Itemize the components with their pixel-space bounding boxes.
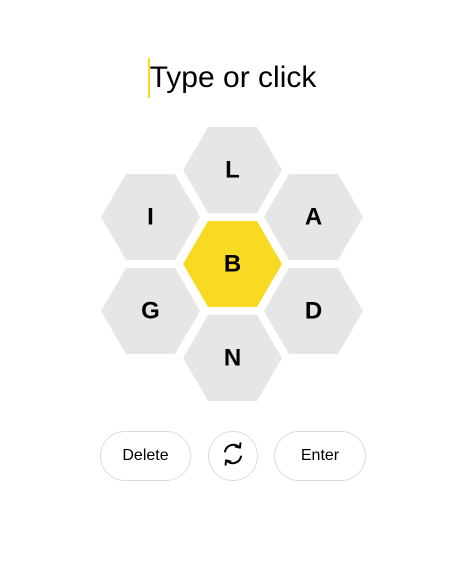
letter-hive: L A D N G I B	[0, 0, 464, 420]
hive-cell-upper-left[interactable]: I	[101, 174, 200, 260]
letter-lower-right: D	[305, 298, 322, 325]
letter-center: B	[224, 251, 241, 278]
delete-button-label: Delete	[122, 447, 169, 464]
hive-cell-upper-right[interactable]: A	[264, 174, 363, 260]
letter-bottom: N	[224, 345, 241, 372]
shuffle-button[interactable]	[208, 431, 258, 481]
shuffle-icon	[220, 441, 246, 472]
letter-upper-right: A	[305, 204, 322, 231]
hive-cell-bottom[interactable]: N	[183, 315, 282, 401]
hive-cell-center[interactable]: B	[183, 221, 282, 307]
delete-button[interactable]: Delete	[100, 431, 191, 481]
enter-button[interactable]: Enter	[274, 431, 366, 481]
enter-button-label: Enter	[300, 447, 340, 464]
letter-upper-left: I	[147, 204, 154, 231]
hive-cell-lower-right[interactable]: D	[264, 268, 363, 354]
hive-cell-top[interactable]: L	[183, 127, 282, 213]
hive-cell-lower-left[interactable]: G	[101, 268, 200, 354]
letter-lower-left: G	[141, 298, 160, 325]
letter-top: L	[225, 157, 240, 184]
